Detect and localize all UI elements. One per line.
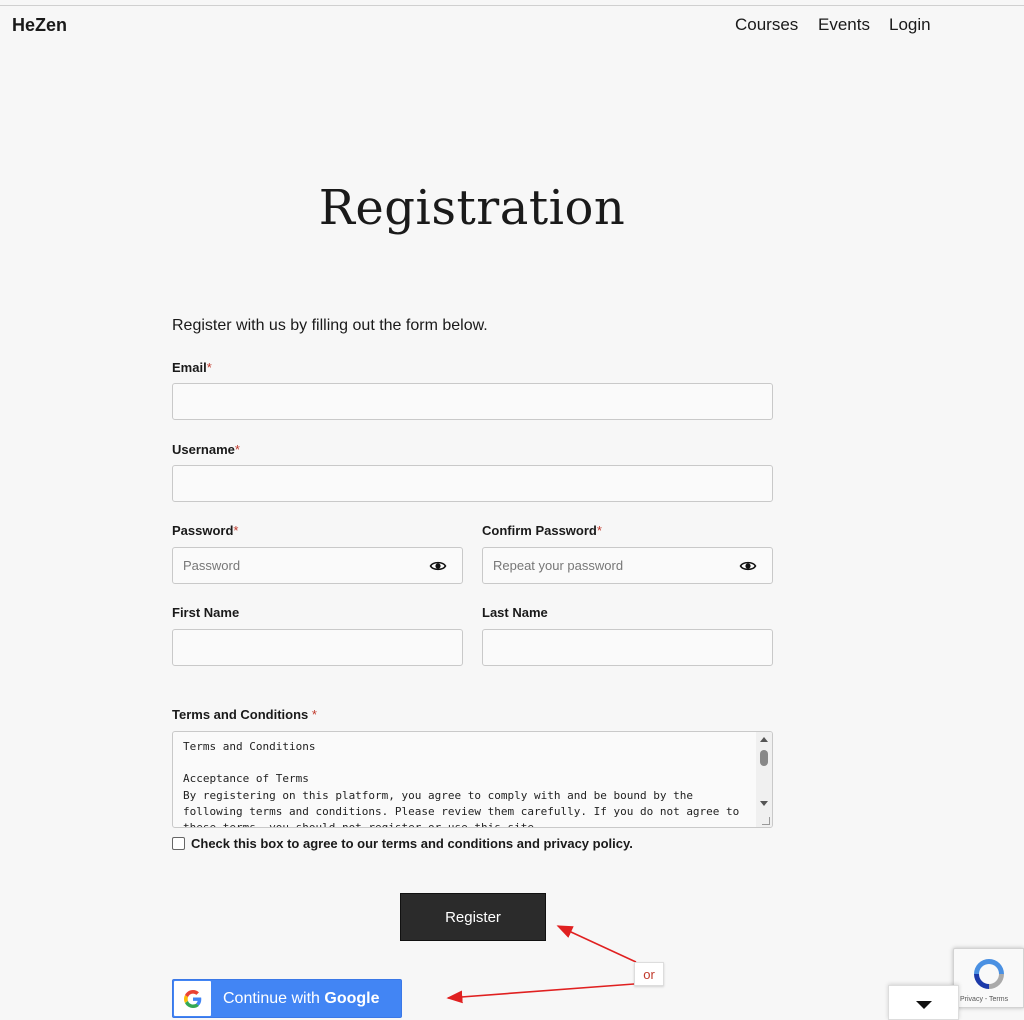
caret-down-icon [916,1001,932,1009]
username-field[interactable] [172,465,773,502]
show-password-eye-icon[interactable] [429,557,447,575]
password-field[interactable] [172,547,463,584]
site-brand[interactable]: HeZen [12,15,67,36]
show-confirm-password-eye-icon[interactable] [739,557,757,575]
required-mark: * [596,523,602,538]
email-field[interactable] [172,383,773,420]
first-name-label: First Name [172,605,240,620]
recaptcha-links[interactable]: Privacy - Terms [960,996,1008,1003]
form-intro: Register with us by filling out the form… [172,317,488,334]
scroll-down-arrow-icon[interactable] [760,801,768,806]
or-annotation: or [634,962,664,986]
required-mark: * [311,707,317,722]
google-logo-icon [174,981,211,1016]
terms-text: Terms and Conditions Acceptance of Terms… [183,740,740,828]
first-name-field[interactable] [172,629,463,666]
email-label: Email* [172,360,212,375]
resize-handle-icon[interactable] [762,817,770,825]
required-mark: * [234,442,240,457]
nav-courses[interactable]: Courses [735,15,798,35]
confirm-password-label-text: Confirm Password [482,523,597,538]
nav-events[interactable]: Events [818,15,870,35]
username-label-text: Username [172,442,235,457]
top-border [0,5,1024,6]
last-name-field[interactable] [482,629,773,666]
recaptcha-badge[interactable]: Privacy - Terms [953,948,1024,1008]
last-name-label: Last Name [482,605,548,620]
confirm-password-field[interactable] [482,547,773,584]
required-mark: * [206,360,212,375]
google-button-prefix: Continue with [223,990,325,1007]
register-button[interactable]: Register [400,893,546,941]
page-title: Registration [318,180,626,236]
arrow-to-register [556,925,637,963]
arrow-to-google [446,983,635,1004]
recaptcha-icon [974,959,1004,989]
agree-checkbox-label[interactable]: Check this box to agree to our terms and… [191,836,633,851]
agree-checkbox[interactable] [172,837,185,850]
terms-label-text: Terms and Conditions [172,707,309,722]
terms-textarea[interactable]: Terms and Conditions Acceptance of Terms… [172,731,773,828]
google-button-brand: Google [324,990,380,1007]
drawer-toggle[interactable] [888,985,959,1020]
confirm-password-label: Confirm Password* [482,523,602,538]
scrollbar-thumb[interactable] [760,750,768,766]
password-label-text: Password [172,523,234,538]
nav-login[interactable]: Login [889,15,931,35]
email-label-text: Email [172,360,207,375]
username-label: Username* [172,442,240,457]
password-label: Password* [172,523,238,538]
annotation-arrows [446,925,637,1004]
google-button-label: Continue with Google [223,990,380,1008]
terms-scrollbar[interactable] [756,732,772,827]
scroll-up-arrow-icon[interactable] [760,737,768,742]
terms-label: Terms and Conditions * [172,707,317,722]
continue-with-google-button[interactable]: Continue with Google [172,979,402,1018]
required-mark: * [233,523,239,538]
